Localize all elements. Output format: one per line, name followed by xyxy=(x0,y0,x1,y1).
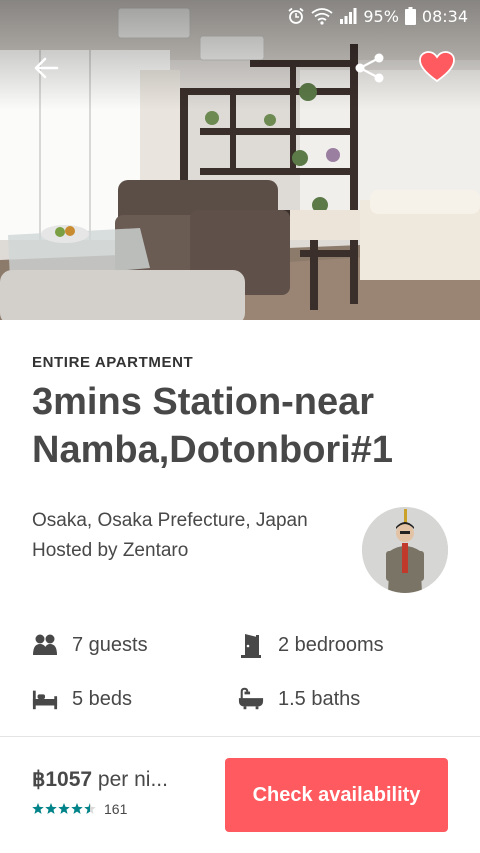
star-icon xyxy=(32,803,44,814)
host-avatar[interactable] xyxy=(362,507,448,593)
amenity-guests: 7 guests xyxy=(32,632,148,658)
host-photo xyxy=(362,507,448,593)
back-button[interactable] xyxy=(26,52,66,88)
star-icon xyxy=(45,803,57,814)
bed-icon xyxy=(32,686,58,712)
alarm-icon xyxy=(287,7,305,25)
amenity-bedrooms: 2 bedrooms xyxy=(238,632,384,658)
price-suffix: per ni... xyxy=(92,768,168,791)
status-bar: 95% 08:34 xyxy=(0,0,480,32)
clock-time: 08:34 xyxy=(421,6,468,26)
review-count: 161 xyxy=(104,801,128,817)
bathtub-icon xyxy=(238,686,264,712)
listing-title: 3mins Station-near Namba,Dotonbori#1 xyxy=(32,381,394,471)
star-icon xyxy=(58,803,70,814)
amenity-bedrooms-label: 2 bedrooms xyxy=(278,633,384,656)
amenity-guests-label: 7 guests xyxy=(72,633,148,656)
guests-icon xyxy=(32,632,58,658)
battery-icon xyxy=(404,7,416,25)
host-text: Hosted by Zentaro xyxy=(32,540,189,561)
room-type-label: ENTIRE APARTMENT xyxy=(32,354,194,371)
favorite-button[interactable] xyxy=(414,48,460,90)
wifi-icon xyxy=(311,7,333,25)
check-availability-button[interactable]: Check availability xyxy=(225,758,448,832)
battery-percent: 95% xyxy=(363,6,399,26)
booking-bar: ฿1057 per ni... 161 Check availability xyxy=(0,736,480,853)
heart-icon xyxy=(419,50,455,88)
arrow-left-icon xyxy=(33,57,59,84)
amenity-beds: 5 beds xyxy=(32,686,132,712)
amenity-baths-label: 1.5 baths xyxy=(278,687,361,710)
listing-photo[interactable] xyxy=(0,0,480,320)
price-amount: ฿1057 xyxy=(32,768,93,791)
location-text: Osaka, Osaka Prefecture, Japan xyxy=(32,510,308,531)
star-icon xyxy=(71,803,83,814)
rating[interactable]: 161 xyxy=(32,801,127,817)
star-icons xyxy=(32,803,96,814)
price-text: ฿1057 per ni... xyxy=(32,767,168,792)
amenity-beds-label: 5 beds xyxy=(72,687,133,710)
star-rating xyxy=(32,803,96,815)
door-icon xyxy=(238,632,264,658)
share-button[interactable] xyxy=(350,50,390,90)
share-icon xyxy=(353,51,387,90)
amenity-baths: 1.5 baths xyxy=(238,686,360,712)
signal-icon xyxy=(339,7,357,25)
